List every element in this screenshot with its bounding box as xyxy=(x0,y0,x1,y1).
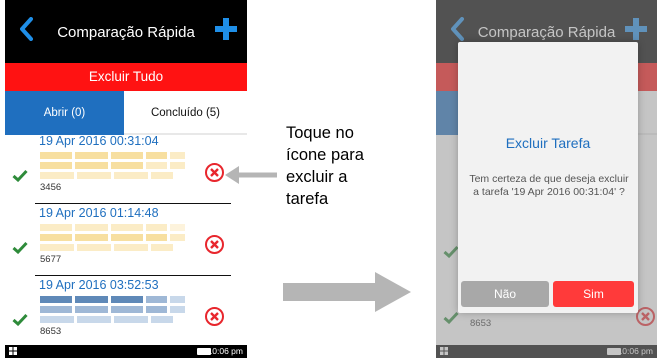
divider xyxy=(35,203,231,204)
task-value: 8653 xyxy=(40,326,62,337)
clock: 10:06 pm xyxy=(207,346,243,356)
instruction-caption: Toque no ícone para excluir a tarefa xyxy=(286,122,364,210)
delete-all-button[interactable]: Excluir Tudo xyxy=(5,63,247,91)
color-swatch-rows xyxy=(40,296,188,326)
check-icon xyxy=(12,313,28,326)
circle-x-icon[interactable] xyxy=(204,162,225,183)
plus-icon[interactable] xyxy=(215,18,237,40)
tab-open[interactable]: Abrir (0) xyxy=(5,91,124,135)
caption-line: Toque no xyxy=(286,124,354,142)
task-list: 19 Apr 2016 00:31:04 3456 19 Apr 2016 01… xyxy=(5,134,247,345)
header-bar: Comparação Rápida xyxy=(5,0,247,63)
circle-x-icon[interactable] xyxy=(204,306,225,327)
color-swatch-rows xyxy=(40,224,188,254)
list-item[interactable]: 19 Apr 2016 03:52:53 8653 xyxy=(5,278,247,351)
check-icon xyxy=(12,169,28,182)
no-button[interactable]: Não xyxy=(461,281,549,307)
caption-line: tarefa xyxy=(286,190,329,208)
arrow-left-icon xyxy=(225,166,277,184)
color-swatch-rows xyxy=(40,152,188,182)
phone-screen-task-list: Comparação Rápida Excluir Tudo Abrir (0)… xyxy=(5,0,247,358)
arrow-right-icon xyxy=(283,272,411,312)
list-item[interactable]: 19 Apr 2016 00:31:04 3456 xyxy=(5,134,247,207)
task-date: 19 Apr 2016 03:52:53 xyxy=(39,278,159,292)
caption-line: ícone para xyxy=(286,146,364,164)
caption-line: excluir a xyxy=(286,168,348,186)
task-date: 19 Apr 2016 01:14:48 xyxy=(39,206,159,220)
tab-bar: Abrir (0) Concluído (5) xyxy=(5,91,247,135)
phone-screen-delete-dialog: Comparação Rápida Excluir Tudo Abrir (0)… xyxy=(436,0,657,358)
page-title: Comparação Rápida xyxy=(57,24,195,41)
list-item[interactable]: 19 Apr 2016 01:14:48 5677 xyxy=(5,206,247,279)
task-value: 3456 xyxy=(40,182,62,193)
check-icon xyxy=(12,241,28,254)
delete-task-dialog: Excluir Tarefa Tem certeza de que deseja… xyxy=(458,42,638,313)
circle-x-icon[interactable] xyxy=(204,234,225,255)
task-date: 19 Apr 2016 00:31:04 xyxy=(39,134,159,148)
dialog-message: Tem certeza de que deseja excluir a tare… xyxy=(469,173,629,198)
dialog-title: Excluir Tarefa xyxy=(505,135,591,151)
task-value: 5677 xyxy=(40,254,62,265)
windows-logo-icon xyxy=(9,347,17,355)
status-bar: 10:06 pm xyxy=(5,345,247,358)
divider xyxy=(35,275,231,276)
tab-completed[interactable]: Concluído (5) xyxy=(124,91,247,135)
yes-button[interactable]: Sim xyxy=(553,281,634,307)
